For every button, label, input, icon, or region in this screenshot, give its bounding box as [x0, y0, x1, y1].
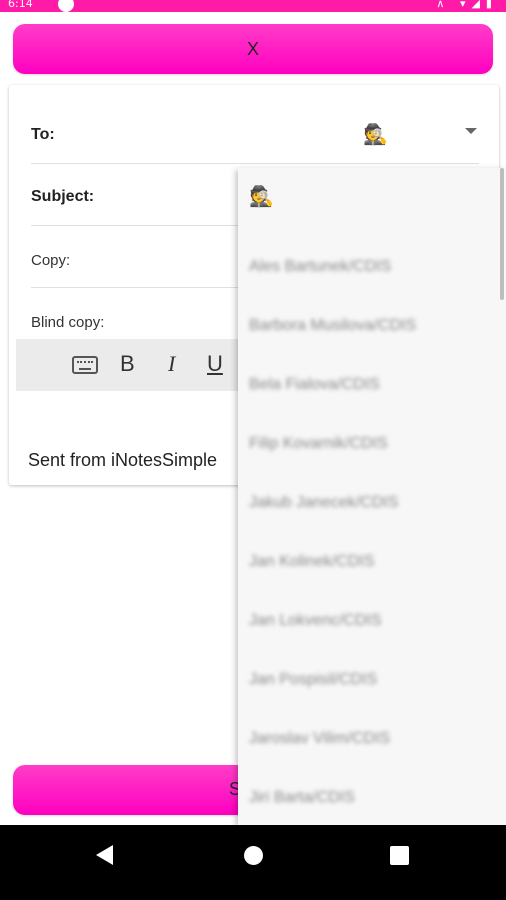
status-icons: ⊼ ▾◢▮ [436, 0, 498, 10]
dropdown-item[interactable]: Jaroslav Vilim/CDIS [249, 710, 489, 769]
dropdown-item[interactable]: Barbora Musilova/CDIS [249, 297, 489, 356]
dropdown-item[interactable]: Jakub Janecek/CDIS [249, 474, 489, 533]
dropdown-item[interactable]: Filip Kovarnik/CDIS [249, 415, 489, 474]
dropdown-item[interactable]: Jan Pospisil/CDIS [249, 651, 489, 710]
agent-icon: 🕵 [249, 186, 274, 208]
subject-label: Subject: [31, 188, 95, 205]
dropdown-item[interactable]: Jiri Barta/CDIS [249, 769, 489, 825]
close-button[interactable]: X [13, 24, 493, 74]
dropdown-item[interactable]: Jan Lokvenc/CDIS [249, 592, 489, 651]
status-bar: 6:14 ⊼ ▾◢▮ [0, 0, 506, 12]
copy-label: Copy: [31, 252, 71, 269]
status-time: 6:14 [8, 0, 33, 10]
dropdown-item[interactable]: Bela Fialova/CDIS [249, 356, 489, 415]
dropdown-item[interactable]: Jan Kolinek/CDIS [249, 533, 489, 592]
notification-icon [58, 0, 74, 12]
close-button-label: X [246, 38, 259, 59]
dropdown-item-agent[interactable]: 🕵 [249, 168, 489, 227]
underline-button[interactable]: U [207, 351, 223, 377]
blind-copy-label: Blind copy: [31, 314, 105, 331]
chevron-down-icon[interactable] [465, 128, 477, 134]
navigation-bar [0, 825, 506, 900]
recipient-dropdown[interactable]: 🕵 Ales Bartunek/CDIS Barbora Musilova/CD… [238, 168, 506, 825]
dropdown-item[interactable]: Ales Bartunek/CDIS [249, 238, 489, 297]
bold-button[interactable]: B [120, 351, 135, 377]
back-icon[interactable] [96, 845, 113, 865]
italic-button[interactable]: I [168, 351, 175, 377]
message-body[interactable]: Sent from iNotesSimple [28, 450, 217, 471]
agent-icon: 🕵 [363, 124, 388, 146]
to-label: To: [31, 126, 55, 143]
scrollbar[interactable] [500, 168, 504, 300]
home-icon[interactable] [244, 846, 263, 865]
keyboard-icon[interactable] [72, 356, 98, 374]
to-field[interactable]: To: 🕵 [31, 102, 479, 164]
recent-apps-icon[interactable] [390, 846, 409, 865]
